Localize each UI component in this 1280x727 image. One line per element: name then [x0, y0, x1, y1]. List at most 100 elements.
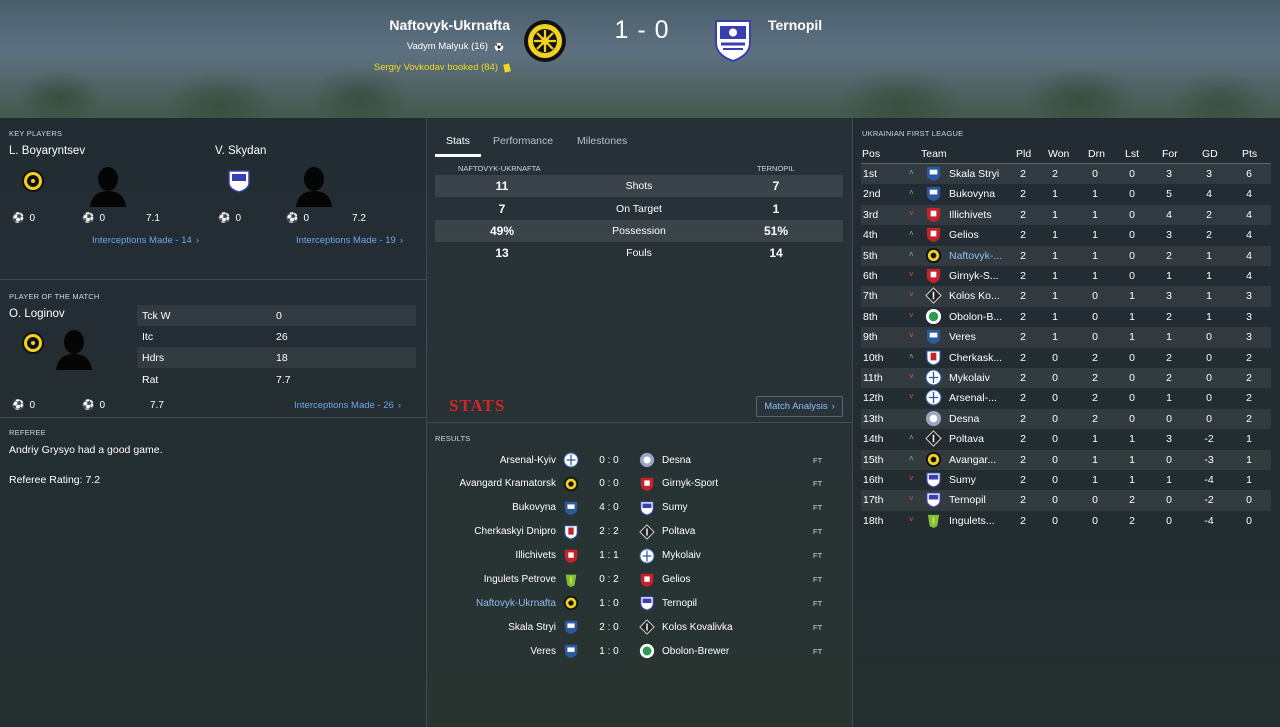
league-table-row[interactable]: 6th ˅ Girnyk-S... 2 1 1 0 1 1 4 [861, 266, 1271, 286]
table-team-name[interactable]: Veres [949, 331, 1011, 343]
key-player-name[interactable]: V. Skydan [215, 145, 266, 157]
league-table-row[interactable]: 13th Desna 2 0 2 0 0 0 2 [861, 408, 1271, 430]
col-header-pos[interactable]: Pos [862, 148, 880, 160]
league-table-row[interactable]: 11th ˅ Mykolaiv 2 0 2 0 2 0 2 [861, 368, 1271, 389]
result-score[interactable]: 2 : 0 [580, 622, 638, 633]
away-team-crest-icon[interactable] [712, 17, 754, 63]
key-player-name[interactable]: L. Boyaryntsev [9, 145, 85, 157]
result-home-team[interactable]: Skala Stryi [435, 622, 562, 633]
table-team-name[interactable]: Ingulets... [949, 515, 1011, 527]
result-row[interactable]: Ingulets Petrove 0 : 2 Gelios FT [435, 568, 843, 592]
tab-performance[interactable]: Performance [493, 135, 553, 147]
table-drn: 2 [1092, 412, 1098, 425]
result-row[interactable]: Arsenal-Kyiv 0 : 0 Desna FT [435, 448, 843, 472]
result-away-team[interactable]: Mykolaiv [656, 550, 813, 561]
result-row[interactable]: Veres 1 : 0 Obolon-Brewer FT [435, 639, 843, 663]
league-table-row[interactable]: 3rd ˅ Illichivets 2 1 1 0 4 2 4 [861, 204, 1271, 226]
league-table-row[interactable]: 10th ˄ Cherkask... 2 0 2 0 2 0 2 [861, 348, 1271, 368]
table-team-name[interactable]: Arsenal-... [949, 392, 1011, 404]
result-home-team[interactable]: Illichivets [435, 550, 562, 561]
league-table-row[interactable]: 16th ˅ Sumy 2 0 1 1 1 -4 1 [861, 470, 1271, 490]
table-team-name[interactable]: Mykolaiv [949, 372, 1011, 384]
table-team-name[interactable]: Illichivets [949, 209, 1011, 221]
league-table-row[interactable]: 17th ˅ Ternopil 2 0 0 2 0 -2 0 [861, 490, 1271, 511]
result-row[interactable]: Skala Stryi 2 : 0 Kolos Kovalivka FT [435, 615, 843, 639]
result-home-team[interactable]: Avangard Kramatorsk [435, 478, 562, 489]
result-away-team[interactable]: Kolos Kovalivka [656, 622, 813, 633]
result-away-team[interactable]: Ternopil [656, 598, 813, 609]
result-score[interactable]: 2 : 2 [580, 526, 638, 537]
result-score[interactable]: 0 : 2 [580, 574, 638, 585]
table-team-name[interactable]: Girnyk-S... [949, 270, 1011, 282]
table-team-name[interactable]: Sumy [949, 474, 1011, 486]
trend-up-icon: ˄ [909, 433, 914, 443]
col-header-team[interactable]: Team [921, 148, 947, 160]
result-away-team[interactable]: Desna [656, 455, 813, 466]
table-drn: 1 [1092, 433, 1098, 446]
col-header-for[interactable]: For [1162, 148, 1178, 160]
col-header-pld[interactable]: Pld [1016, 148, 1031, 160]
table-team-name[interactable]: Poltava [949, 433, 1011, 445]
result-away-team[interactable]: Gelios [656, 574, 813, 585]
result-row[interactable]: Bukovyna 4 : 0 Sumy FT [435, 496, 843, 520]
home-team-name[interactable]: Naftovyk-Ukrnafta [389, 17, 510, 33]
away-team-name[interactable]: Ternopil [768, 17, 822, 33]
league-table-row[interactable]: 7th ˅ Kolos Ko... 2 1 0 1 3 1 3 [861, 286, 1271, 307]
col-header-pts[interactable]: Pts [1242, 148, 1257, 160]
result-score[interactable]: 0 : 0 [580, 478, 638, 489]
result-away-team[interactable]: Obolon-Brewer [656, 646, 813, 657]
result-home-team[interactable]: Naftovyk-Ukrnafta [435, 598, 562, 609]
result-away-team[interactable]: Girnyk-Sport [656, 478, 813, 489]
potm-name[interactable]: O. Loginov [9, 308, 65, 320]
tab-milestones[interactable]: Milestones [577, 135, 627, 147]
table-team-name[interactable]: Cherkask... [949, 352, 1011, 364]
result-row[interactable]: Illichivets 1 : 1 Mykolaiv FT [435, 544, 843, 568]
league-table-row[interactable]: 12th ˅ Arsenal-... 2 0 2 0 1 0 2 [861, 388, 1271, 408]
table-team-name[interactable]: Bukovyna [949, 188, 1011, 200]
tab-stats[interactable]: Stats [446, 135, 470, 147]
result-score[interactable]: 1 : 0 [580, 598, 638, 609]
league-table-row[interactable]: 15th ˄ Avangar... 2 0 1 1 0 -3 1 [861, 449, 1271, 470]
table-team-name[interactable]: Kolos Ko... [949, 290, 1011, 302]
result-score[interactable]: 0 : 0 [580, 455, 638, 466]
col-header-lst[interactable]: Lst [1125, 148, 1139, 160]
league-table-row[interactable]: 5th ˄ Naftovyk-... 2 1 1 0 2 1 4 [861, 245, 1271, 266]
interceptions-link[interactable]: Interceptions Made - 26 › [294, 400, 401, 411]
yellow-card-icon [503, 62, 511, 73]
col-header-gd[interactable]: GD [1202, 148, 1218, 160]
result-home-team[interactable]: Cherkaskyi Dnipro [435, 526, 562, 537]
interceptions-link[interactable]: Interceptions Made - 19 › [296, 235, 403, 246]
result-row[interactable]: Avangard Kramatorsk 0 : 0 Girnyk-Sport FT [435, 472, 843, 496]
result-score[interactable]: 1 : 0 [580, 646, 638, 657]
league-table-row[interactable]: 2nd ˄ Bukovyna 2 1 1 0 5 4 4 [861, 184, 1271, 204]
result-row[interactable]: Cherkaskyi Dnipro 2 : 2 Poltava FT [435, 520, 843, 544]
result-row[interactable]: Naftovyk-Ukrnafta 1 : 0 Ternopil FT [435, 591, 843, 615]
result-score[interactable]: 4 : 0 [580, 502, 638, 513]
result-home-team[interactable]: Bukovyna [435, 502, 562, 513]
table-team-name[interactable]: Gelios [949, 229, 1011, 241]
table-team-name[interactable]: Desna [949, 413, 1011, 425]
result-score[interactable]: 1 : 1 [580, 550, 638, 561]
league-table-row[interactable]: 18th ˅ Ingulets... 2 0 0 2 0 -4 0 [861, 511, 1271, 531]
result-home-team[interactable]: Veres [435, 646, 562, 657]
match-analysis-button[interactable]: Match Analysis › [756, 396, 843, 417]
home-team-crest-icon[interactable] [523, 19, 567, 63]
result-away-team[interactable]: Sumy [656, 502, 813, 513]
table-team-name[interactable]: Skala Stryi [949, 168, 1011, 180]
interceptions-link[interactable]: Interceptions Made - 14 › [92, 235, 199, 246]
table-for: 2 [1166, 372, 1172, 384]
result-home-team[interactable]: Ingulets Petrove [435, 574, 562, 585]
result-away-team[interactable]: Poltava [656, 526, 813, 537]
col-header-won[interactable]: Won [1048, 148, 1069, 160]
league-table-row[interactable]: 1st ˄ Skala Stryi 2 2 0 0 3 3 6 [861, 164, 1271, 185]
table-team-name[interactable]: Avangar... [949, 454, 1011, 466]
league-table-row[interactable]: 4th ˄ Gelios 2 1 1 0 3 2 4 [861, 225, 1271, 245]
table-team-name[interactable]: Ternopil [949, 494, 1011, 506]
table-team-name[interactable]: Naftovyk-... [949, 250, 1011, 262]
col-header-drn[interactable]: Drn [1088, 148, 1105, 160]
league-table-row[interactable]: 9th ˅ Veres 2 1 0 1 1 0 3 [861, 327, 1271, 348]
league-table-row[interactable]: 14th ˄ Poltava 2 0 1 1 3 -2 1 [861, 429, 1271, 449]
league-table-row[interactable]: 8th ˅ Obolon-B... 2 1 0 1 2 1 3 [861, 307, 1271, 327]
table-team-name[interactable]: Obolon-B... [949, 311, 1011, 323]
result-home-team[interactable]: Arsenal-Kyiv [435, 455, 562, 466]
